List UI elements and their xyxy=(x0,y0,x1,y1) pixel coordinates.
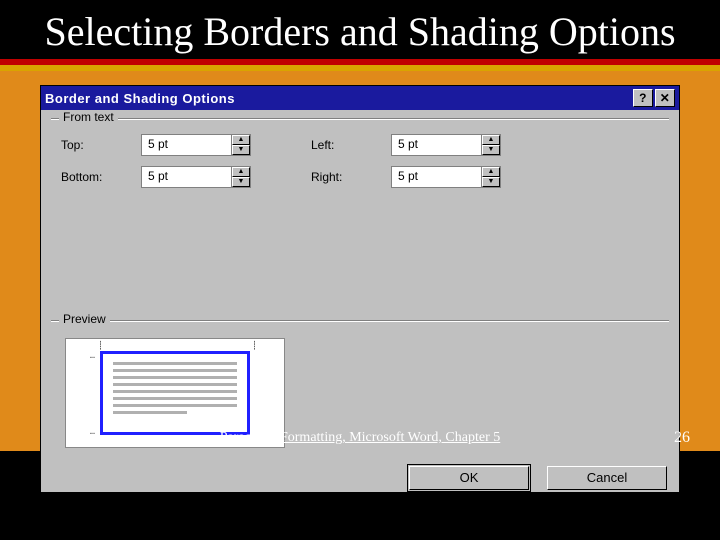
right-field-row: Right: 5 pt ▲ ▼ xyxy=(311,166,501,188)
top-value[interactable]: 5 pt xyxy=(142,135,232,155)
right-spin-down-icon[interactable]: ▼ xyxy=(482,177,500,187)
slide-footer: Paragraph Formatting, Microsoft Word, Ch… xyxy=(0,430,720,447)
top-spinner[interactable]: 5 pt ▲ ▼ xyxy=(141,134,251,156)
close-button[interactable]: ✕ xyxy=(655,89,675,107)
bottom-value[interactable]: 5 pt xyxy=(142,167,232,187)
page-number: 26 xyxy=(674,429,690,447)
bottom-spin-up-icon[interactable]: ▲ xyxy=(232,167,250,177)
left-spin-up-icon[interactable]: ▲ xyxy=(482,135,500,145)
footer-text: Paragraph Formatting, Microsoft Word, Ch… xyxy=(0,430,720,447)
from-text-group: From text Top: 5 pt ▲ ▼ B xyxy=(51,118,669,198)
dialog-spacer xyxy=(41,202,679,312)
dialog-titlebar: Border and Shading Options ? ✕ xyxy=(41,86,679,110)
bottom-field-row: Bottom: 5 pt ▲ ▼ xyxy=(61,166,251,188)
bottom-spinner[interactable]: 5 pt ▲ ▼ xyxy=(141,166,251,188)
from-text-label: From text xyxy=(59,110,118,124)
left-label: Left: xyxy=(311,138,381,152)
left-value[interactable]: 5 pt xyxy=(392,135,482,155)
bottom-spin-down-icon[interactable]: ▼ xyxy=(232,177,250,187)
top-label: Top: xyxy=(61,138,131,152)
bottom-label: Bottom: xyxy=(61,170,131,184)
left-field-row: Left: 5 pt ▲ ▼ xyxy=(311,134,501,156)
left-spin-down-icon[interactable]: ▼ xyxy=(482,145,500,155)
dialog-title: Border and Shading Options xyxy=(45,91,631,106)
right-spin-up-icon[interactable]: ▲ xyxy=(482,167,500,177)
top-spin-up-icon[interactable]: ▲ xyxy=(232,135,250,145)
left-spinner[interactable]: 5 pt ▲ ▼ xyxy=(391,134,501,156)
top-field-row: Top: 5 pt ▲ ▼ xyxy=(61,134,251,156)
right-spinner[interactable]: 5 pt ▲ ▼ xyxy=(391,166,501,188)
help-button[interactable]: ? xyxy=(633,89,653,107)
preview-page-icon xyxy=(100,351,250,435)
right-label: Right: xyxy=(311,170,381,184)
right-value[interactable]: 5 pt xyxy=(392,167,482,187)
ok-button[interactable]: OK xyxy=(409,466,529,490)
slide-title: Selecting Borders and Shading Options xyxy=(0,0,720,59)
preview-label: Preview xyxy=(59,312,110,326)
dialog-button-row: OK Cancel xyxy=(41,460,679,492)
top-spin-down-icon[interactable]: ▼ xyxy=(232,145,250,155)
slide-body: Border and Shading Options ? ✕ From text… xyxy=(0,71,720,451)
cancel-button[interactable]: Cancel xyxy=(547,466,667,490)
